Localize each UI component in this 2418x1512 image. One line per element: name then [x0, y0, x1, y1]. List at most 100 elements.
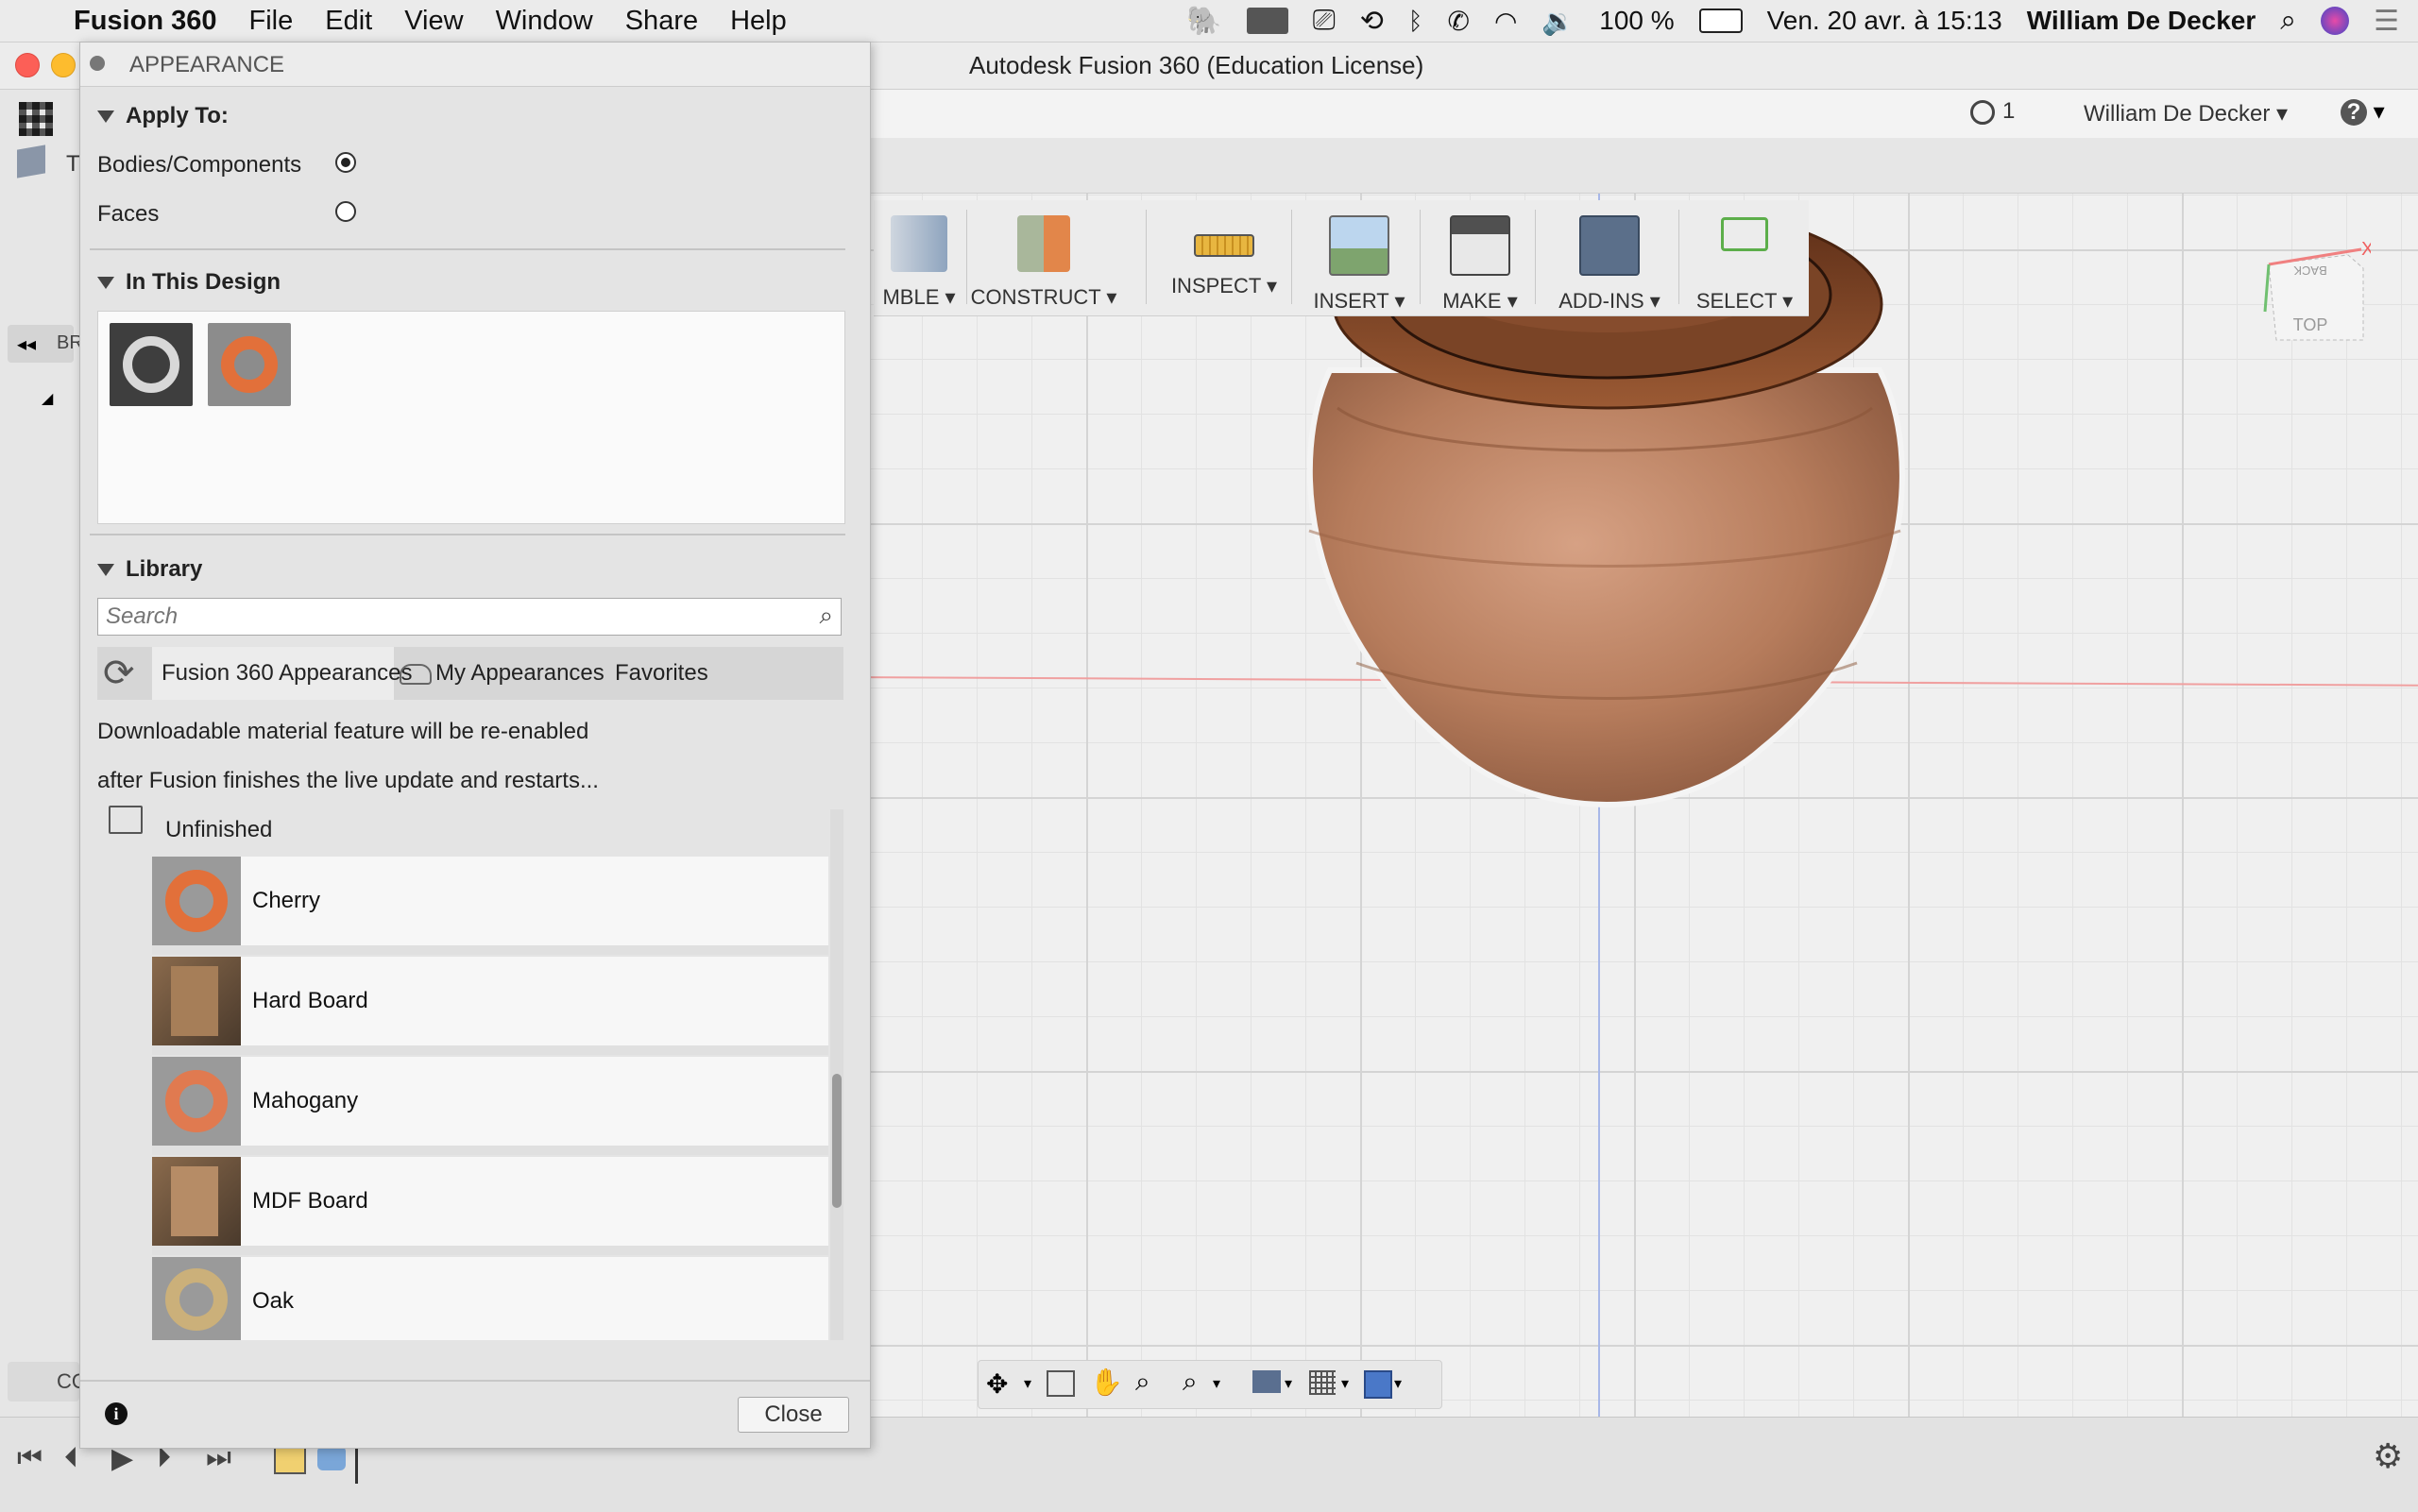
browser-panel: T ◂◂ BR ◢ CO [0, 89, 88, 1417]
grid-settings-icon[interactable] [1309, 1370, 1336, 1395]
tab-fusion-appearances[interactable]: Fusion 360 Appearances [152, 647, 413, 700]
clock-text[interactable]: Ven. 20 avr. à 15:13 [1767, 6, 2002, 36]
browser-collapse[interactable]: ◂◂ BR [8, 325, 83, 363]
tab-favorites[interactable]: Favorites [605, 647, 719, 700]
close-button[interactable]: Close [738, 1397, 849, 1433]
toolbar-addins[interactable]: ADD-INS ▾ [1546, 200, 1673, 315]
siri-icon[interactable] [2321, 7, 2350, 35]
pan-hand-icon[interactable]: ✋ [1090, 1367, 1123, 1398]
toolbar-construct[interactable]: CONSTRUCT ▾ [971, 200, 1116, 315]
in-this-design-heading[interactable]: In This Design [97, 269, 281, 296]
search-icon[interactable]: ⌕ [819, 601, 833, 631]
material-row-cherry[interactable]: Cherry [152, 857, 828, 955]
toolbar-addins-label: ADD-INS [1558, 289, 1644, 313]
zoom-icon[interactable]: ⌕ [1135, 1367, 1150, 1398]
appearance-panel-title: APPEARANCE [129, 52, 285, 77]
apply-to-heading[interactable]: Apply To: [97, 103, 229, 129]
wifi-icon[interactable]: ◠ [1494, 6, 1517, 37]
display-settings-icon[interactable] [1252, 1370, 1281, 1393]
mahogany-thumbnail [152, 1057, 241, 1146]
design-swatch-wood[interactable] [208, 323, 291, 406]
library-notice-line-2: after Fusion finishes the live update an… [97, 768, 599, 793]
bodies-components-radio[interactable] [335, 152, 356, 173]
info-icon[interactable]: i [105, 1402, 128, 1425]
toolbar-assemble[interactable]: MBLE ▾ [881, 200, 957, 315]
time-machine-icon[interactable]: ⟲ [1360, 5, 1384, 38]
evernote-icon[interactable]: 🐘 [1186, 5, 1221, 38]
library-scrollbar-thumb[interactable] [832, 1074, 842, 1208]
look-at-icon[interactable] [1047, 1370, 1075, 1397]
browser-tab-label: T [66, 151, 80, 177]
toolbar-insert[interactable]: INSERT ▾ [1304, 200, 1414, 315]
material-row-mdf-board[interactable]: MDF Board [152, 1157, 828, 1255]
material-row-hard-board[interactable]: Hard Board [152, 957, 828, 1055]
refresh-icon[interactable]: ⟳ [103, 654, 135, 692]
library-scrollbar-track[interactable] [830, 809, 843, 1340]
mdf-board-thumbnail [152, 1157, 241, 1246]
chevron-down-icon[interactable]: ▾ [1213, 1374, 1220, 1393]
chevron-down-icon: ▾ [2276, 101, 2289, 127]
view-cube[interactable]: BACK TOP X [2257, 236, 2371, 359]
spotlight-search-icon[interactable]: ⌕ [2280, 5, 2296, 37]
navigation-bar: ✥ ▾ ✋ ⌕ ⌕ ▾ ▾ ▾ ▾ [978, 1360, 1442, 1409]
toolbar-select[interactable]: SELECT ▾ [1690, 200, 1799, 315]
material-label: Oak [252, 1288, 295, 1314]
menu-file[interactable]: File [249, 6, 294, 37]
phone-icon[interactable]: ✆ [1447, 6, 1469, 37]
material-label: MDF Board [252, 1188, 368, 1214]
go-to-start-icon[interactable]: ⏮ [17, 1442, 43, 1474]
toolbar-make[interactable]: MAKE ▾ [1431, 200, 1529, 315]
chevron-down-icon[interactable]: ▾ [1394, 1374, 1402, 1393]
library-search-box[interactable]: ⌕ [97, 598, 842, 636]
material-row-oak[interactable]: Oak [152, 1257, 828, 1340]
close-window-button[interactable] [15, 53, 40, 77]
library-notice-line-1: Downloadable material feature will be re… [97, 719, 589, 744]
body-feature-icon[interactable] [317, 1446, 346, 1470]
material-row-mahogany[interactable]: Mahogany [152, 1057, 828, 1155]
folder-icon [109, 806, 143, 834]
menu-edit[interactable]: Edit [325, 6, 372, 37]
orbit-icon[interactable]: ✥ [986, 1368, 1008, 1400]
menu-view[interactable]: View [404, 6, 463, 37]
viewcube-x-label: X [2361, 239, 2371, 260]
collapse-panel-icon[interactable] [90, 56, 105, 71]
appearance-panel-header: APPEARANCE [80, 42, 870, 87]
help-icon: ? [2341, 99, 2367, 126]
grid-apps-icon[interactable] [19, 102, 53, 136]
display-icon[interactable] [1246, 8, 1288, 34]
library-heading[interactable]: Library [97, 556, 202, 583]
zoom-window-icon[interactable]: ⌕ [1183, 1367, 1198, 1398]
gear-icon[interactable]: ⚙ [2373, 1436, 2403, 1476]
faces-radio[interactable] [335, 201, 356, 222]
volume-icon[interactable]: 🔉 [1541, 6, 1575, 37]
minimize-window-button[interactable] [51, 53, 76, 77]
folder-unfinished-label[interactable]: Unfinished [165, 817, 272, 843]
tab-my-appearances[interactable]: My Appearances [396, 647, 604, 700]
menubar-user[interactable]: William De Decker [2027, 6, 2256, 36]
chevron-down-icon[interactable]: ▾ [1341, 1374, 1349, 1393]
toolbar-inspect-label: INSPECT [1170, 274, 1261, 297]
viewports-icon[interactable] [1364, 1370, 1392, 1399]
step-back-icon[interactable]: ⏴ [64, 1442, 78, 1474]
material-label: Hard Board [252, 988, 368, 1013]
chevron-down-icon[interactable]: ▾ [1285, 1374, 1292, 1393]
expand-triangle-icon[interactable]: ◢ [42, 389, 53, 408]
toolbar-inspect[interactable]: INSPECT ▾ [1163, 200, 1286, 315]
menu-help[interactable]: Help [730, 6, 787, 37]
rewind-icon: ◂◂ [17, 334, 37, 355]
collapse-triangle-icon [97, 110, 114, 124]
job-status[interactable]: 1 [1970, 98, 2015, 125]
help-menu[interactable]: ? ▾ [2341, 98, 2385, 126]
library-search-input[interactable] [104, 601, 797, 633]
bluetooth-icon[interactable]: ᛒ [1408, 7, 1423, 36]
menu-share[interactable]: Share [625, 6, 698, 37]
notification-center-icon[interactable]: ☰ [2374, 5, 2399, 38]
airplay-icon[interactable]: ⎚ [1313, 5, 1336, 37]
menu-app-name[interactable]: Fusion 360 [74, 6, 217, 37]
menu-window[interactable]: Window [496, 6, 593, 37]
user-menu[interactable]: William De Decker ▾ [2084, 100, 2288, 127]
battery-percent[interactable]: 100 % [1599, 6, 1674, 36]
design-swatch-metal[interactable] [110, 323, 193, 406]
comments-bar[interactable]: CO [8, 1362, 88, 1402]
chevron-down-icon[interactable]: ▾ [1024, 1374, 1031, 1393]
